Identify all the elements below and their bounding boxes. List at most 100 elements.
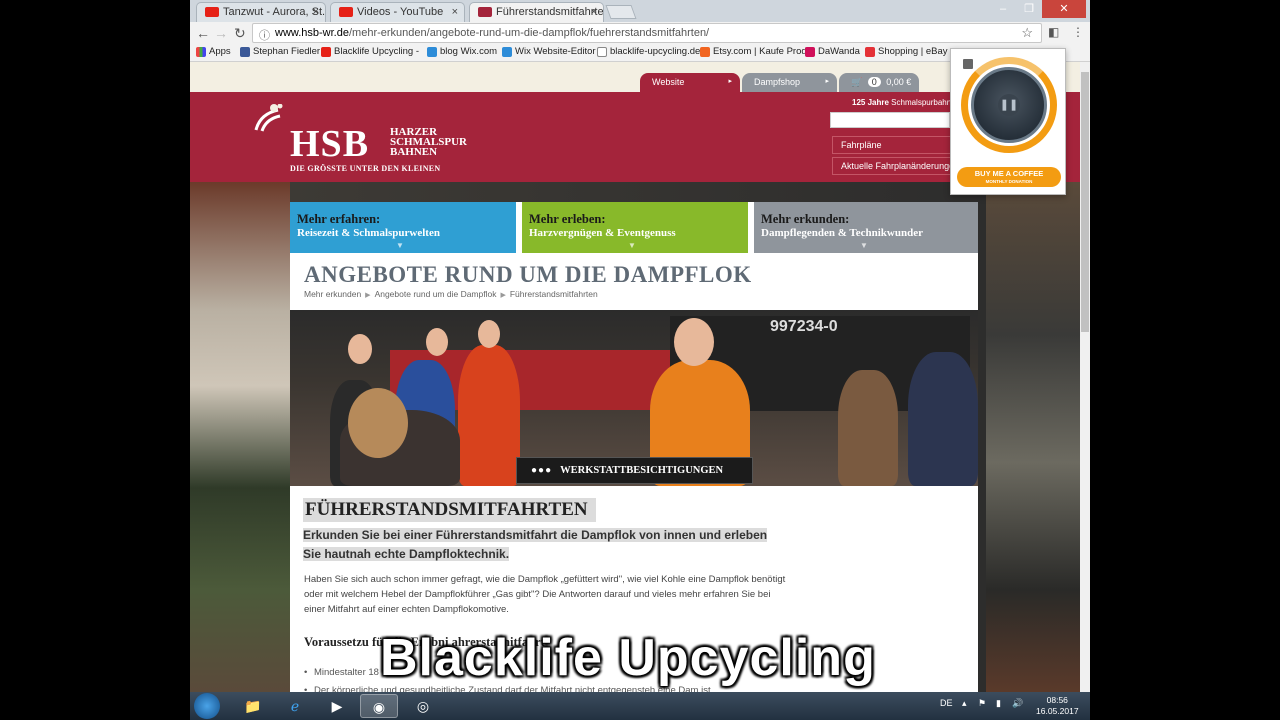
tab-label: Führerstandsmitfahrten	[496, 6, 604, 18]
breadcrumb-link[interactable]: Angebote rund um die Dampflok	[375, 289, 497, 299]
bookmark-star-icon[interactable]: ☆	[1021, 25, 1033, 41]
window-close-icon[interactable]: ✕	[1042, 0, 1086, 18]
reload-icon[interactable]: ↻	[234, 25, 246, 42]
maximize-icon[interactable]: ❐	[1016, 0, 1042, 18]
back-icon[interactable]: ←	[196, 25, 210, 41]
breadcrumb-separator-icon: ▶	[500, 292, 506, 299]
browser-toolbar: ← → ↻ ⓘ www.hsb-wr.de/mehr-erkunden/ange…	[190, 22, 1090, 44]
arrow-icon: ▸	[825, 78, 829, 85]
hsb-icon	[478, 7, 492, 17]
bookmark-dawanda[interactable]: DaWanda	[805, 46, 860, 57]
tab-tanzwut[interactable]: Tanzwut - Aurora, St. Pet ×	[196, 2, 326, 22]
extension-icon[interactable]: ◧	[1048, 25, 1059, 39]
etsy-icon	[700, 47, 710, 57]
close-icon[interactable]: ×	[452, 6, 458, 18]
network-icon[interactable]: ▮	[996, 698, 1001, 709]
stop-icon[interactable]	[963, 59, 973, 69]
obs-icon[interactable]: ◎	[404, 694, 442, 718]
content-panel: Mehr erfahren: Reisezeit & Schmalspurwel…	[290, 202, 978, 692]
lead-text: Erkunden Sie bei einer Führerstandsmitfa…	[303, 528, 768, 561]
chevron-down-icon: ▼	[628, 241, 636, 250]
tile-mehr-erleben[interactable]: Mehr erleben: Harzvergnügen & Eventgenus…	[522, 202, 748, 253]
page-title: ANGEBOTE RUND UM DIE DAMPFLOK	[304, 262, 752, 287]
explorer-icon[interactable]: 📁	[234, 694, 272, 718]
bookmark-ebay[interactable]: Shopping | eBay	[865, 46, 948, 57]
logo-fullname: HARZER SCHMALSPUR BAHNEN	[390, 126, 468, 158]
tab-label: Videos - YouTube	[357, 6, 444, 18]
timetable-button[interactable]: Fahrpläne	[832, 136, 952, 154]
volume-icon[interactable]: 🔊	[1012, 698, 1023, 709]
slider-dots-icon[interactable]: ●●●	[531, 465, 552, 476]
bookmark-wix-blog[interactable]: blog Wix.com	[427, 46, 497, 57]
url-host: www.hsb-wr.de	[275, 27, 349, 39]
bookmark-label: Stephan Fiedler	[253, 46, 321, 57]
flag-icon[interactable]: ⚑	[978, 698, 986, 709]
logo-hsb[interactable]: HSB	[290, 122, 369, 166]
background-left-image	[190, 182, 290, 692]
timetable-changes-button[interactable]: Aktuelle Fahrplanänderungen	[832, 157, 952, 175]
close-icon[interactable]: ×	[591, 6, 597, 18]
url-path: /mehr-erkunden/angebote-rund-um-die-damp…	[348, 27, 710, 39]
clock[interactable]: 08:56 16.05.2017	[1036, 695, 1079, 717]
cart-tab[interactable]: 🛒 0 0,00 €	[839, 73, 919, 92]
website-tab[interactable]: Website ▸	[640, 73, 740, 92]
new-tab-button[interactable]	[605, 5, 637, 19]
forward-icon[interactable]: →	[214, 25, 228, 41]
bookmark-blacklife-site[interactable]: blacklife-upcycling.de	[597, 46, 700, 57]
tile-mehr-erkunden[interactable]: Mehr erkunden: Dampflegenden & Technikwu…	[754, 202, 978, 253]
slider-caption[interactable]: ●●● WERKSTATTBESICHTIGUNGEN	[516, 457, 753, 484]
close-icon[interactable]: ×	[313, 6, 319, 18]
chrome-icon[interactable]: ◉	[360, 694, 398, 718]
bookmark-wix-editor[interactable]: Wix Website-Editor	[502, 46, 596, 57]
bookmark-label: Apps	[209, 46, 231, 57]
tile-title: Mehr erleben:	[529, 212, 606, 226]
bookmark-apps[interactable]: Apps	[196, 46, 231, 57]
tab-youtube[interactable]: Videos - YouTube ×	[330, 2, 465, 22]
person-image	[908, 352, 978, 486]
arrow-icon: ▸	[728, 78, 732, 85]
breadcrumb-separator-icon: ▶	[365, 292, 371, 299]
hsb-logo-icon	[254, 104, 283, 132]
menu-icon[interactable]: ⋮	[1072, 25, 1084, 39]
start-button[interactable]	[194, 693, 220, 719]
apps-grid-icon	[196, 47, 206, 57]
scrollbar-thumb[interactable]	[1081, 72, 1089, 332]
scrollbar[interactable]	[1080, 62, 1090, 692]
pause-icon[interactable]: ❚❚	[998, 94, 1020, 116]
dampfshop-tab[interactable]: Dampfshop ▸	[742, 73, 837, 92]
wix-icon	[502, 47, 512, 57]
person-image	[458, 345, 520, 486]
tile-title: Mehr erkunden:	[761, 212, 850, 226]
tile-subtitle: Dampflegenden & Technikwunder	[761, 227, 923, 239]
section-heading: FÜHRERSTANDSMITFAHRTEN	[303, 498, 596, 522]
info-icon[interactable]: ⓘ	[259, 27, 270, 43]
bookmark-stephan[interactable]: Stephan Fiedler	[240, 46, 320, 57]
breadcrumb-current: Führerstandsmitfahrten	[509, 289, 598, 299]
dawanda-icon	[805, 47, 815, 57]
tray-expand-icon[interactable]: ▴	[962, 698, 967, 709]
site-top-strip: Website ▸ Dampfshop ▸ 🛒 0 0,00 €	[190, 62, 1080, 92]
search-input[interactable]	[830, 112, 950, 128]
minimize-icon[interactable]: –	[990, 0, 1016, 18]
tab-strip: Tanzwut - Aurora, St. Pet × Videos - You…	[190, 0, 1090, 22]
buy-me-a-coffee-button[interactable]: BUY ME A COFFEE MONTHLY DONATION	[957, 167, 1061, 187]
youtube-icon	[321, 47, 331, 57]
tab-active-hsb[interactable]: Führerstandsmitfahrten ×	[469, 2, 604, 22]
logo-tagline: DIE GRÖSSTE UNTER DEN KLEINEN	[290, 164, 441, 173]
bookmark-etsy[interactable]: Etsy.com | Kaufe Prod	[700, 46, 807, 57]
hero-image[interactable]: 997234-0 ●●● WERKSTATTBESICHTIGUNGEN	[290, 310, 978, 486]
tile-mehr-erfahren[interactable]: Mehr erfahren: Reisezeit & Schmalspurwel…	[290, 202, 516, 253]
windows-taskbar: 📁 ℯ ▶ ◉ ◎ DE ▴ ⚑ ▮ 🔊 08:56 16.05.2017	[190, 692, 1090, 720]
chevron-down-icon: ▼	[860, 241, 868, 250]
internet-explorer-icon[interactable]: ℯ	[276, 694, 314, 718]
address-bar[interactable]: ⓘ www.hsb-wr.de/mehr-erkunden/angebote-r…	[252, 23, 1042, 43]
site-header: HSB HARZER SCHMALSPUR BAHNEN DIE GRÖSSTE U…	[190, 92, 1080, 182]
breadcrumb-link[interactable]: Mehr erkunden	[304, 289, 361, 299]
person-head-image	[348, 388, 408, 458]
media-player-icon[interactable]: ▶	[318, 694, 356, 718]
background-right-image	[986, 182, 1080, 692]
bookmark-label: blacklife-upcycling.de	[610, 46, 701, 57]
bookmark-blacklife[interactable]: Blacklife Upcycling -	[321, 46, 419, 57]
language-indicator[interactable]: DE	[940, 698, 953, 708]
body-text: Haben Sie sich auch schon immer gefragt,…	[304, 574, 786, 615]
